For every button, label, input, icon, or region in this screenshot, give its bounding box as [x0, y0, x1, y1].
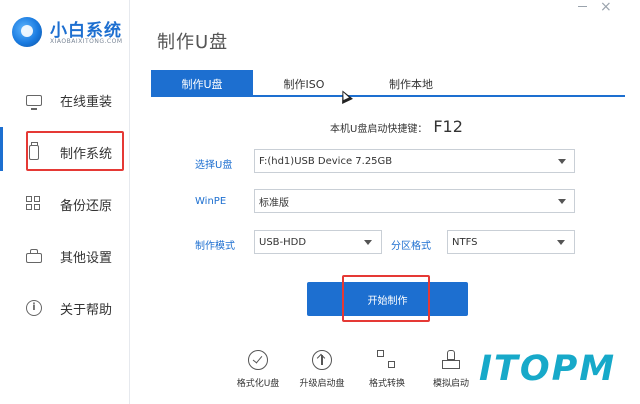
- winpe-value: 标准版: [259, 197, 289, 209]
- grid-icon: [26, 196, 42, 212]
- watermark-text: ITOPM: [479, 349, 617, 389]
- chevron-down-icon: [558, 199, 566, 204]
- sidebar-item-online-reinstall[interactable]: 在线重装: [26, 87, 126, 113]
- chevron-down-icon: [558, 159, 566, 164]
- winpe-label: WinPE: [195, 196, 227, 207]
- upgrade-boot-disk-tool[interactable]: 升级启动盘: [292, 350, 352, 389]
- check-circle-icon: [248, 350, 268, 370]
- tool-label: 模拟启动: [432, 379, 469, 389]
- make-mode-label: 制作模式: [195, 241, 235, 252]
- partition-format-select[interactable]: NTFS: [447, 230, 575, 254]
- usb-device-select[interactable]: F:(hd1)USB Device 7.25GB: [254, 149, 575, 173]
- tool-label: 格式转换: [368, 379, 405, 389]
- select-usb-label: 选择U盘: [195, 160, 233, 171]
- convert-icon: [377, 350, 397, 370]
- tab-make-usb[interactable]: 制作U盘: [151, 70, 253, 97]
- minimize-button[interactable]: [578, 6, 587, 7]
- chevron-down-icon: [364, 240, 372, 245]
- usb-device-value: F:(hd1)USB Device 7.25GB: [259, 155, 393, 167]
- make-mode-value: USB-HDD: [259, 236, 307, 248]
- logo-subtitle: XIAOBAIXITONG.COM: [50, 38, 123, 45]
- app-logo: 小白系统 XIAOBAIXITONG.COM: [10, 14, 128, 50]
- sidebar-item-label: 其他设置: [60, 250, 113, 266]
- highlight-box: [26, 131, 124, 171]
- partition-format-value: NTFS: [452, 236, 478, 248]
- logo-icon: [12, 17, 42, 47]
- chevron-down-icon: [557, 240, 565, 245]
- format-usb-tool[interactable]: 格式化U盘: [228, 350, 288, 389]
- close-button[interactable]: ×: [600, 0, 612, 15]
- make-mode-select[interactable]: USB-HDD: [254, 230, 382, 254]
- active-indicator: [0, 127, 3, 171]
- sidebar-item-label: 关于帮助: [60, 302, 113, 318]
- toolbox-icon: [26, 249, 42, 263]
- highlight-box: [342, 275, 430, 322]
- simulate-boot-tool[interactable]: 模拟启动: [421, 350, 481, 389]
- sidebar-item-about-help[interactable]: i 关于帮助: [26, 295, 126, 321]
- winpe-select[interactable]: 标准版: [254, 189, 575, 213]
- tool-label: 升级启动盘: [299, 379, 345, 389]
- hotkey-label: 本机U盘启动快捷键：: [330, 124, 428, 135]
- info-icon: i: [26, 300, 42, 316]
- hotkey-hint: 本机U盘启动快捷键： F12: [330, 117, 463, 136]
- sidebar-item-backup-restore[interactable]: 备份还原: [26, 191, 126, 217]
- tab-bar: 制作U盘 制作ISO 制作本地: [151, 70, 625, 97]
- monitor-icon: [26, 95, 42, 110]
- sidebar: 小白系统 XIAOBAIXITONG.COM 在线重装 制作系统 备份还原 其他…: [0, 0, 130, 404]
- hotkey-key: F12: [433, 117, 463, 136]
- sidebar-item-label: 在线重装: [60, 94, 113, 110]
- format-convert-tool[interactable]: 格式转换: [357, 350, 417, 389]
- partition-format-label: 分区格式: [391, 241, 431, 252]
- page-title: 制作U盘: [157, 32, 229, 53]
- sidebar-item-other-settings[interactable]: 其他设置: [26, 243, 126, 269]
- upload-circle-icon: [312, 350, 332, 370]
- tab-make-local[interactable]: 制作本地: [355, 70, 467, 97]
- tool-label: 格式化U盘: [236, 379, 280, 389]
- joystick-icon: [441, 350, 461, 370]
- sidebar-item-label: 备份还原: [60, 198, 113, 214]
